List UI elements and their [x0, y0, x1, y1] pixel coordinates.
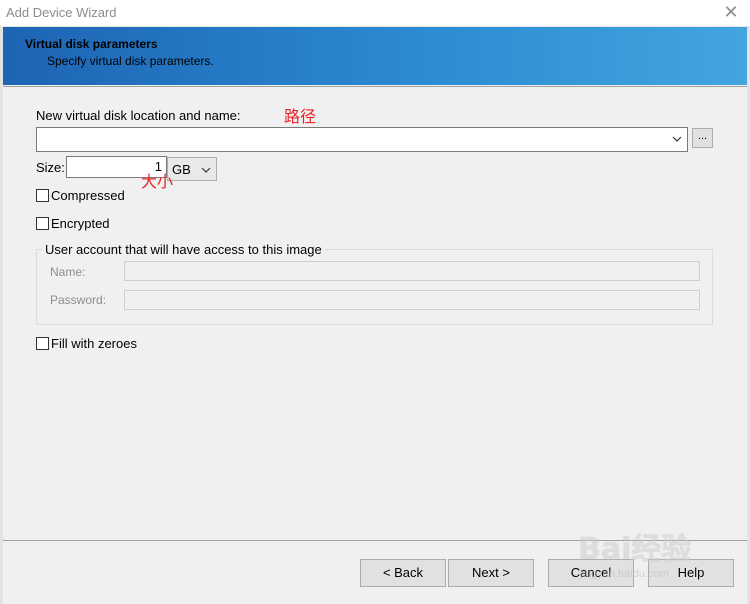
next-button[interactable]: Next >	[448, 559, 534, 587]
back-button[interactable]: < Back	[360, 559, 446, 587]
location-label: New virtual disk location and name:	[36, 108, 241, 123]
wizard-step-subtitle: Specify virtual disk parameters.	[47, 54, 214, 68]
footer-separator	[3, 540, 747, 541]
wizard-header: Virtual disk parameters Specify virtual …	[3, 27, 747, 85]
wizard-step-title: Virtual disk parameters	[25, 37, 158, 51]
password-input[interactable]	[124, 290, 700, 310]
fill-zeroes-label: Fill with zeroes	[51, 336, 137, 351]
encrypted-checkbox[interactable]	[36, 217, 49, 230]
compressed-label: Compressed	[51, 188, 125, 203]
header-separator	[3, 86, 747, 87]
name-input[interactable]	[124, 261, 700, 281]
size-unit-value: GB	[172, 162, 191, 177]
user-account-legend: User account that will have access to th…	[42, 242, 325, 257]
size-label: Size:	[36, 160, 65, 175]
chevron-down-icon	[672, 136, 682, 142]
close-icon[interactable]: ✕	[722, 3, 740, 21]
path-annotation: 路径	[284, 107, 317, 126]
fill-zeroes-checkbox[interactable]	[36, 337, 49, 350]
window-title: Add Device Wizard	[6, 5, 117, 20]
help-button[interactable]: Help	[648, 559, 734, 587]
disk-location-combobox[interactable]	[36, 127, 688, 152]
chevron-down-icon	[201, 167, 211, 173]
window-border-left	[0, 27, 3, 604]
cancel-button[interactable]: Cancel	[548, 559, 634, 587]
compressed-checkbox[interactable]	[36, 189, 49, 202]
name-label: Name:	[50, 265, 86, 279]
password-label: Password:	[50, 293, 107, 307]
title-bar: Add Device Wizard ✕	[0, 0, 750, 27]
size-unit-select[interactable]: GB	[167, 157, 217, 181]
browse-button[interactable]: ...	[692, 128, 713, 148]
encrypted-label: Encrypted	[51, 216, 110, 231]
size-annotation: 大小	[141, 172, 174, 191]
